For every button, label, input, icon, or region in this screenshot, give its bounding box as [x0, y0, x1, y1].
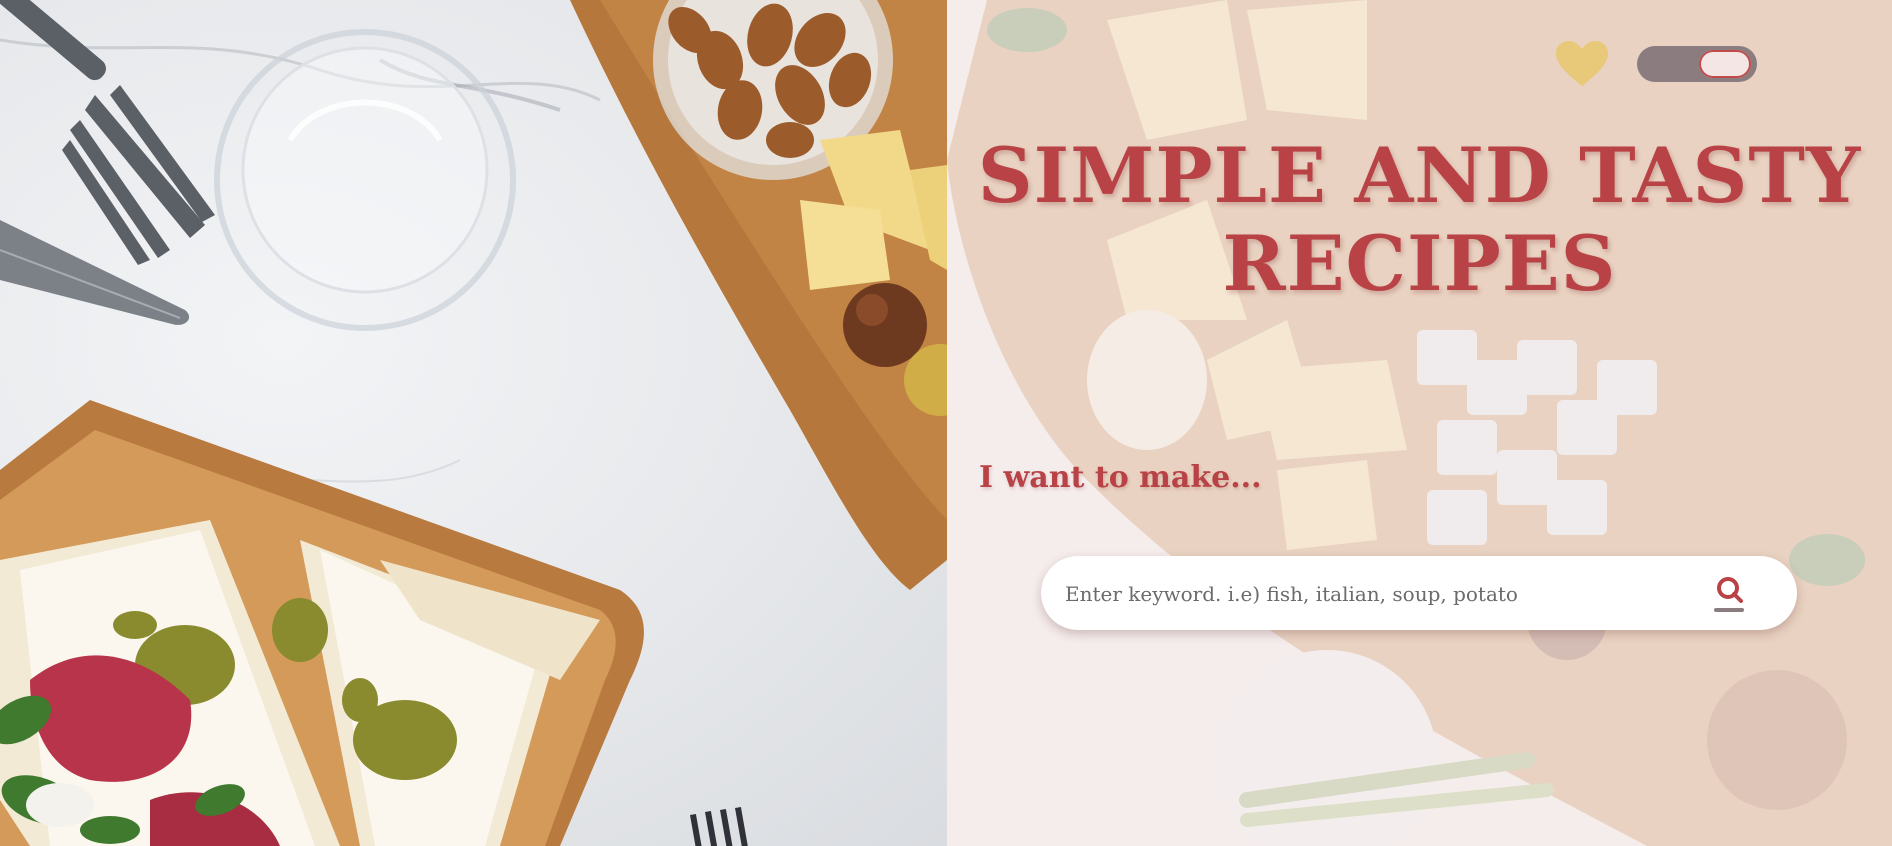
heart-icon[interactable] — [1554, 40, 1610, 88]
search-icon — [1714, 577, 1744, 612]
search-button[interactable] — [1713, 574, 1747, 614]
search-input[interactable] — [1063, 568, 1687, 620]
theme-toggle[interactable] — [1637, 46, 1757, 82]
search-bar — [1041, 556, 1797, 630]
search-prompt: I want to make... — [979, 460, 1262, 495]
title-line-2: RECIPES — [1222, 219, 1617, 308]
food-table-illustration — [0, 0, 947, 846]
search-panel: SIMPLE AND TASTY RECIPES I want to make.… — [947, 0, 1892, 846]
landing-page: SIMPLE AND TASTY RECIPES I want to make.… — [0, 0, 1892, 846]
toggle-knob — [1699, 50, 1751, 78]
page-title: SIMPLE AND TASTY RECIPES — [947, 132, 1892, 308]
hero-photo — [0, 0, 947, 846]
overlay — [947, 0, 1892, 846]
title-line-1: SIMPLE AND TASTY — [977, 131, 1862, 220]
